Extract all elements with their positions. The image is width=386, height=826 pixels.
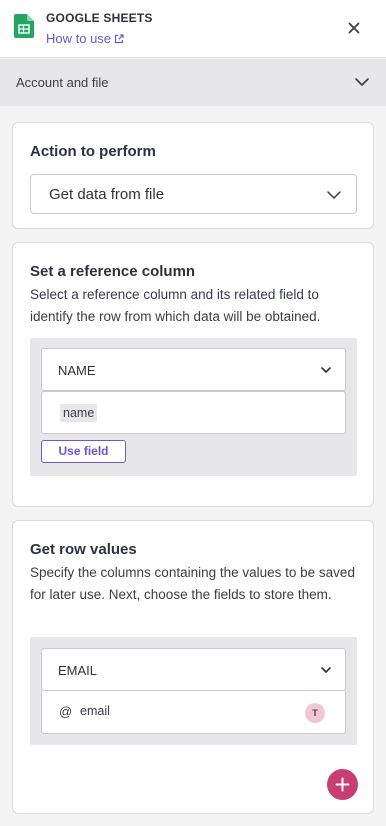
action-select-value: Get data from file bbox=[49, 186, 165, 203]
value-column-value: EMAIL bbox=[58, 663, 98, 678]
chevron-down-icon bbox=[321, 367, 331, 373]
google-sheets-icon bbox=[14, 14, 34, 38]
reference-field-input[interactable]: name bbox=[41, 391, 346, 434]
avatar: T bbox=[305, 703, 325, 723]
reference-title: Set a reference column bbox=[30, 263, 196, 280]
plus-icon bbox=[335, 777, 350, 792]
use-field-button[interactable]: Use field bbox=[41, 440, 126, 463]
row-values-title: Get row values bbox=[30, 541, 137, 558]
reference-config-panel: NAME name Use field bbox=[30, 338, 357, 476]
chevron-down-icon bbox=[321, 667, 331, 673]
reference-column-value: NAME bbox=[58, 363, 96, 378]
action-card: Action to perform Get data from file bbox=[12, 122, 374, 229]
field-chip: name bbox=[60, 404, 98, 422]
value-column-select[interactable]: EMAIL bbox=[41, 648, 346, 691]
how-to-use-link[interactable]: How to use bbox=[46, 31, 124, 46]
action-title: Action to perform bbox=[30, 143, 156, 160]
close-icon[interactable] bbox=[346, 20, 362, 36]
reference-column-select[interactable]: NAME bbox=[41, 348, 346, 391]
reference-column-card: Set a reference column Select a referenc… bbox=[12, 242, 374, 507]
account-and-file-section[interactable]: Account and file bbox=[0, 59, 386, 106]
at-icon: @ bbox=[59, 704, 73, 719]
section-label: Account and file bbox=[16, 75, 109, 90]
reference-description: Select a reference column and its relate… bbox=[30, 287, 321, 324]
chevron-down-icon[interactable] bbox=[354, 74, 370, 90]
panel-header: GOOGLE SHEETS How to use bbox=[0, 0, 386, 58]
row-values-config-panel: EMAIL @ email T bbox=[30, 637, 357, 745]
row-values-description: Specify the columns containing the value… bbox=[30, 565, 355, 602]
value-field-input[interactable]: @ email T bbox=[41, 691, 346, 734]
action-select[interactable]: Get data from file bbox=[30, 174, 357, 214]
row-values-card: Get row values Specify the columns conta… bbox=[12, 520, 374, 814]
field-value: email bbox=[80, 704, 110, 718]
how-to-use-label: How to use bbox=[46, 31, 112, 46]
external-link-icon bbox=[114, 33, 124, 43]
app-title: GOOGLE SHEETS bbox=[46, 11, 153, 25]
chevron-down-icon bbox=[327, 191, 341, 199]
add-row-value-button[interactable] bbox=[327, 769, 358, 800]
